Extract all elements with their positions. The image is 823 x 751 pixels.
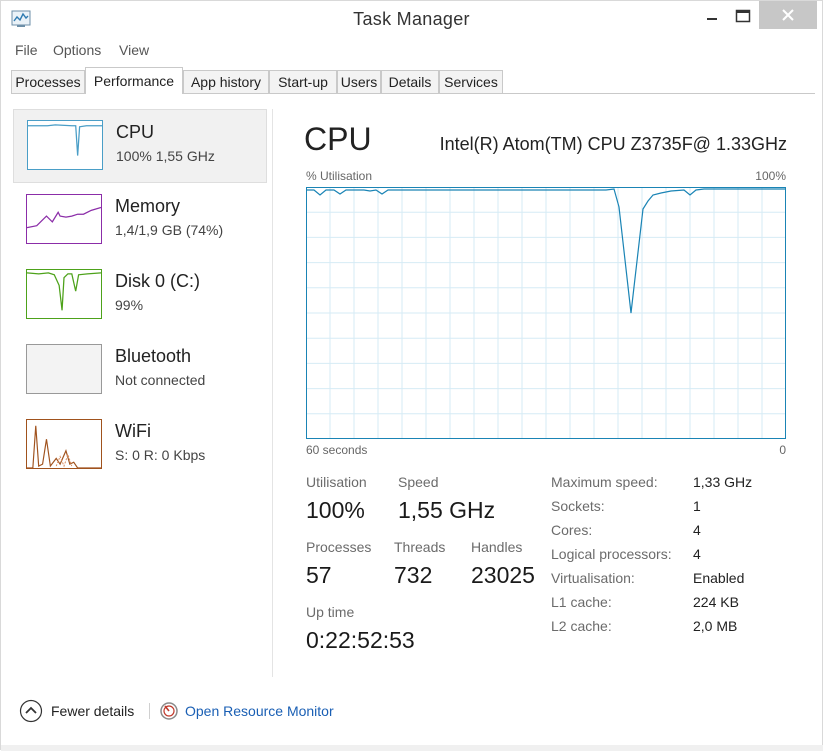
- sidebar-memory-title: Memory: [115, 196, 181, 216]
- info-label-max-speed: Maximum speed:: [551, 474, 658, 490]
- sidebar-cpu-sub: 100% 1,55 GHz: [116, 148, 215, 164]
- info-label-virtualisation: Virtualisation:: [551, 570, 635, 586]
- wifi-thumbnail-graph: [26, 419, 102, 469]
- uptime-label: Up time: [306, 604, 355, 620]
- graph-y-max-label: 100%: [755, 169, 786, 183]
- main-title: CPU: [304, 121, 372, 157]
- info-value-virtualisation: Enabled: [693, 570, 745, 586]
- resource-monitor-icon: [160, 702, 178, 720]
- sidebar-bluetooth-sub: Not connected: [115, 372, 206, 388]
- processes-label: Processes: [306, 539, 372, 555]
- info-value-sockets: 1: [693, 498, 701, 514]
- speed-value: 1,55 GHz: [398, 497, 496, 523]
- tab-users[interactable]: Users: [337, 70, 381, 93]
- handles-label: Handles: [471, 539, 523, 555]
- tab-performance[interactable]: Performance: [85, 67, 183, 94]
- uptime-value: 0:22:52:53: [306, 627, 415, 653]
- cpu-model-name: Intel(R) Atom(TM) CPU Z3735F@ 1.33GHz: [439, 134, 787, 154]
- threads-value: 732: [394, 562, 433, 588]
- graph-x-left-label: 60 seconds: [306, 443, 368, 457]
- cpu-utilisation-graph: [306, 187, 786, 439]
- info-value-max-speed: 1,33 GHz: [693, 474, 753, 490]
- info-label-cores: Cores:: [551, 522, 593, 538]
- sidebar-item-wifi[interactable]: WiFi S: 0 R: 0 Kbps: [13, 409, 267, 483]
- utilisation-value: 100%: [306, 497, 365, 523]
- threads-label: Threads: [394, 539, 446, 555]
- maximize-icon: [735, 9, 751, 23]
- sidebar-item-bluetooth[interactable]: Bluetooth Not connected: [13, 334, 267, 408]
- fewer-details-label: Fewer details: [51, 703, 135, 719]
- tab-details[interactable]: Details: [381, 70, 439, 93]
- info-value-l1-cache: 224 KB: [693, 594, 739, 610]
- minimize-icon: [707, 18, 717, 20]
- graph-y-label: % Utilisation: [306, 169, 373, 183]
- sidebar-memory-sub: 1,4/1,9 GB (74%): [115, 222, 224, 238]
- sidebar-cpu-title: CPU: [116, 122, 155, 142]
- sidebar-disk-sub: 99%: [115, 297, 144, 313]
- chevron-up-circle-icon: [19, 699, 43, 723]
- speed-label: Speed: [398, 474, 439, 490]
- sidebar-item-disk[interactable]: Disk 0 (C:) 99%: [13, 259, 267, 333]
- sidebar-disk-title: Disk 0 (C:): [115, 271, 200, 291]
- sidebar-wifi-title: WiFi: [115, 421, 151, 441]
- info-value-logical-processors: 4: [693, 546, 701, 562]
- close-icon: [782, 9, 794, 21]
- info-label-logical-processors: Logical processors:: [551, 546, 672, 562]
- info-value-cores: 4: [693, 522, 701, 538]
- tab-app-history[interactable]: App history: [183, 70, 269, 93]
- fewer-details-button[interactable]: Fewer details: [19, 699, 134, 723]
- utilisation-label: Utilisation: [306, 474, 367, 490]
- pane-divider: [272, 109, 273, 677]
- bluetooth-thumbnail-graph: [26, 344, 102, 394]
- bottom-edge: [1, 745, 823, 751]
- task-manager-window: Task Manager File Options View Processes…: [0, 0, 823, 751]
- sidebar-wifi-sub: S: 0 R: 0 Kbps: [115, 447, 206, 463]
- footer-separator: [149, 703, 150, 719]
- info-label-l2-cache: L2 cache:: [551, 618, 612, 634]
- info-label-l1-cache: L1 cache:: [551, 594, 612, 610]
- tab-processes[interactable]: Processes: [11, 70, 85, 93]
- handles-value: 23025: [471, 562, 535, 588]
- processes-value: 57: [306, 562, 332, 588]
- menu-file[interactable]: File: [15, 42, 38, 58]
- open-resource-monitor-link[interactable]: Open Resource Monitor: [159, 699, 334, 723]
- menu-bar: File Options View: [1, 39, 822, 63]
- sidebar-item-cpu[interactable]: CPU 100% 1,55 GHz: [13, 109, 267, 183]
- sidebar-item-memory[interactable]: Memory 1,4/1,9 GB (74%): [13, 184, 267, 258]
- close-button[interactable]: [759, 1, 817, 29]
- graph-x-right-label: 0: [779, 443, 786, 457]
- info-value-l2-cache: 2,0 MB: [693, 618, 738, 634]
- maximize-button[interactable]: [729, 3, 757, 29]
- open-resource-monitor-label: Open Resource Monitor: [185, 703, 334, 719]
- menu-view[interactable]: View: [119, 42, 149, 58]
- title-bar: Task Manager: [1, 1, 822, 39]
- disk-thumbnail-graph: [26, 269, 102, 319]
- cpu-thumbnail-graph: [27, 120, 103, 170]
- menu-options[interactable]: Options: [53, 42, 101, 58]
- tab-start-up[interactable]: Start-up: [269, 70, 337, 93]
- minimize-button[interactable]: [695, 3, 729, 29]
- graph-grid: [306, 187, 786, 439]
- info-label-sockets: Sockets:: [551, 498, 605, 514]
- memory-thumbnail-graph: [26, 194, 102, 244]
- tab-services[interactable]: Services: [439, 70, 503, 93]
- sidebar-bluetooth-title: Bluetooth: [115, 346, 192, 366]
